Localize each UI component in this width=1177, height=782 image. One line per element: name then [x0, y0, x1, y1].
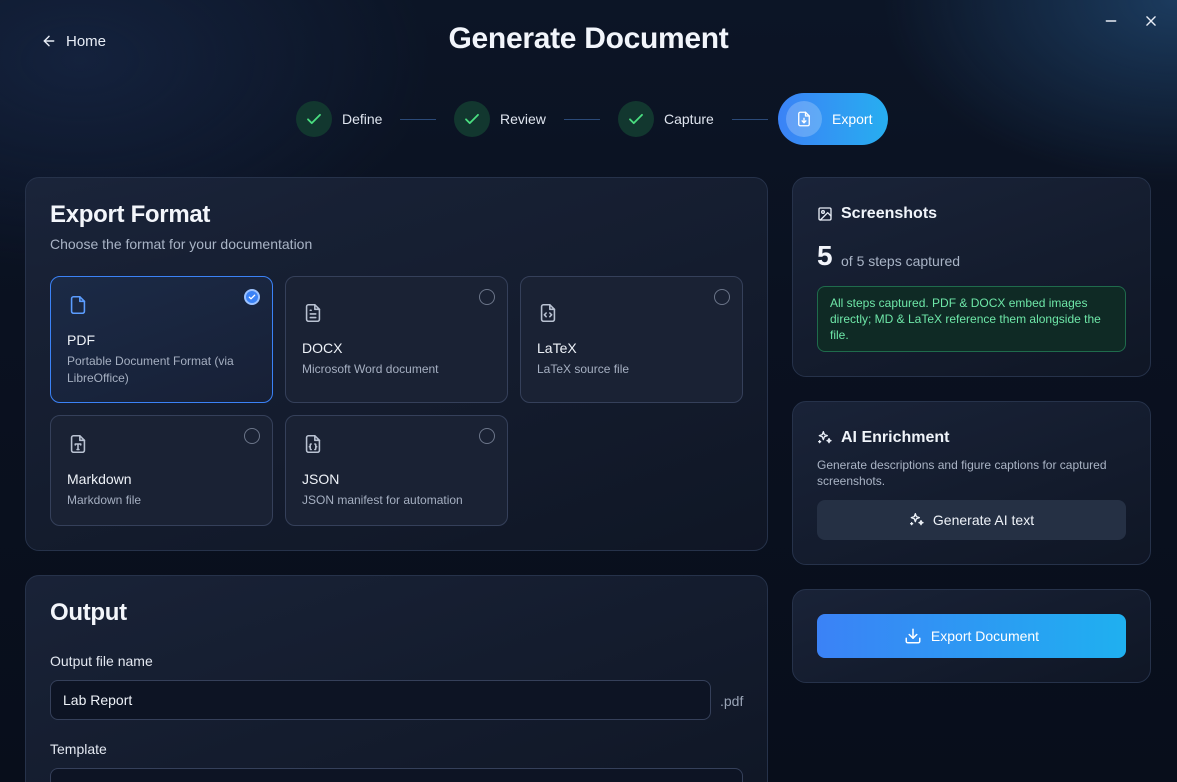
format-description: Microsoft Word document — [302, 362, 439, 376]
check-icon — [618, 101, 654, 137]
ai-enrichment-description: Generate descriptions and figure caption… — [817, 458, 1107, 488]
radio-unselected[interactable] — [714, 289, 730, 305]
export-format-panel: Export Format Choose the format for your… — [25, 177, 768, 551]
format-description: LaTeX source file — [537, 362, 630, 376]
radio-selected[interactable] — [244, 289, 260, 305]
format-description: Portable Document Format (via LibreOffic… — [67, 354, 234, 385]
captured-caption: of 5 steps captured — [841, 253, 961, 269]
radio-unselected[interactable] — [479, 428, 495, 444]
format-option-latex[interactable]: LaTeX LaTeX source file — [520, 276, 743, 403]
file-download-icon — [786, 101, 822, 137]
format-option-pdf[interactable]: PDF Portable Document Format (via LibreO… — [50, 276, 273, 403]
check-icon — [296, 101, 332, 137]
download-icon — [904, 627, 922, 645]
step-label: Review — [500, 111, 546, 127]
minimize-icon — [1104, 14, 1118, 28]
generate-ai-text-label: Generate AI text — [932, 512, 1035, 528]
step-connector — [564, 119, 600, 120]
screenshots-title: Screenshots — [817, 205, 937, 223]
image-icon — [817, 206, 833, 222]
generate-ai-text-button[interactable]: Generate AI text — [817, 500, 1126, 540]
section-title: Export Format — [50, 201, 211, 228]
close-button[interactable] — [1142, 12, 1160, 30]
screenshots-title-text: Screenshots — [841, 205, 938, 222]
check-icon — [454, 101, 490, 137]
template-select[interactable] — [50, 768, 743, 782]
step-define[interactable]: Define — [296, 101, 382, 137]
close-icon — [1144, 14, 1158, 28]
section-subtitle: Choose the format for your documentation — [50, 236, 313, 252]
radio-unselected[interactable] — [479, 289, 495, 305]
step-label: Capture — [664, 111, 714, 127]
output-panel: Output Output file name Lab Report .pdf … — [25, 575, 768, 782]
step-capture[interactable]: Capture — [618, 101, 714, 137]
sparkles-icon — [909, 512, 925, 528]
format-name: DOCX — [302, 340, 343, 356]
format-name: PDF — [67, 332, 95, 348]
format-option-markdown[interactable]: Markdown Markdown file — [50, 415, 273, 526]
ai-enrichment-title-text: AI Enrichment — [841, 429, 950, 446]
page-title: Generate Document — [448, 22, 729, 55]
export-panel: Export Document — [792, 589, 1151, 683]
export-document-label: Export Document — [930, 628, 1040, 644]
file-extension: .pdf — [720, 693, 744, 709]
step-connector — [732, 119, 768, 120]
format-description: Markdown file — [67, 493, 142, 507]
step-export[interactable]: Export — [778, 93, 888, 145]
step-connector — [400, 119, 436, 120]
format-option-docx[interactable]: DOCX Microsoft Word document — [285, 276, 508, 403]
capture-status-message: All steps captured. PDF & DOCX embed ima… — [817, 286, 1126, 352]
ai-enrichment-title: AI Enrichment — [817, 429, 949, 447]
format-name: Markdown — [67, 471, 132, 487]
template-label: Template — [50, 741, 107, 757]
minimize-button[interactable] — [1102, 12, 1120, 30]
step-review[interactable]: Review — [454, 101, 546, 137]
captured-count: 5 — [817, 240, 833, 271]
file-text-icon — [302, 301, 324, 325]
file-code-icon — [537, 301, 559, 325]
radio-unselected[interactable] — [244, 428, 260, 444]
export-document-button[interactable]: Export Document — [817, 614, 1126, 658]
format-name: LaTeX — [537, 340, 577, 356]
section-title: Output — [50, 599, 127, 626]
step-label: Export — [832, 111, 873, 127]
ai-enrichment-panel: AI Enrichment Generate descriptions and … — [792, 401, 1151, 565]
format-option-json[interactable]: JSON JSON manifest for automation — [285, 415, 508, 526]
file-icon — [67, 293, 89, 317]
format-name: JSON — [302, 471, 340, 487]
file-json-icon — [302, 432, 324, 456]
sparkles-icon — [817, 430, 833, 446]
file-name-label: Output file name — [50, 653, 153, 669]
file-name-input[interactable]: Lab Report — [50, 680, 711, 720]
format-description: JSON manifest for automation — [302, 493, 463, 507]
step-label: Define — [342, 111, 383, 127]
screenshots-panel: Screenshots 5 of 5 steps captured All st… — [792, 177, 1151, 377]
file-type-icon — [67, 432, 89, 456]
